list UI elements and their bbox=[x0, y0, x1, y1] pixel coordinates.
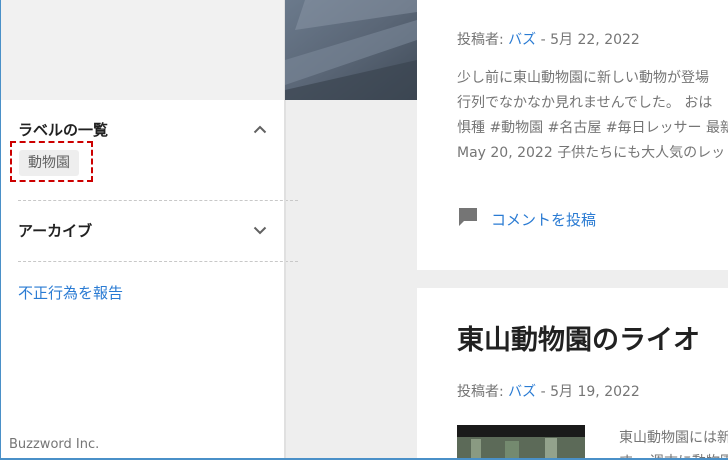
post-date[interactable]: 5月 22, 2022 bbox=[550, 32, 640, 48]
comment-label: コメントを投稿 bbox=[491, 210, 597, 229]
highlight-annotation-box bbox=[10, 141, 93, 182]
labels-widget-title: ラベルの一覧 bbox=[18, 120, 109, 139]
snippet-line: 東山動物園には新 bbox=[619, 430, 728, 446]
chevron-down-icon[interactable] bbox=[252, 222, 268, 238]
snippet-line: 行列でなかなか見れませんでした。 おは bbox=[457, 95, 713, 111]
footer-text: Buzzword Inc. bbox=[9, 437, 100, 452]
post-date[interactable]: 5月 19, 2022 bbox=[550, 384, 640, 400]
post-author-link[interactable]: バズ bbox=[508, 384, 536, 400]
post-meta-separator: - bbox=[536, 384, 551, 400]
post-meta-prefix: 投稿者: bbox=[457, 384, 509, 400]
archive-widget-header[interactable]: アーカイブ bbox=[18, 218, 268, 242]
post-meta: 投稿者: バズ - 5月 22, 2022 bbox=[457, 29, 640, 49]
widget-divider bbox=[18, 200, 298, 201]
post-title[interactable]: 東山動物園のライオ bbox=[457, 318, 700, 357]
header-image bbox=[285, 0, 417, 100]
post-snippet: 少し前に東山動物園に新しい動物が登場 行列でなかなか見れませんでした。 おは 惧… bbox=[457, 66, 728, 166]
post-meta: 投稿者: バズ - 5月 19, 2022 bbox=[457, 381, 640, 401]
widget-divider bbox=[18, 261, 298, 262]
snippet-line: 少し前に東山動物園に新しい動物が登場 bbox=[457, 70, 709, 86]
snippet-line: 惧種 #動物園 #名古屋 #毎日レッサー 最新 bbox=[457, 120, 728, 136]
snippet-line: す。 週末に動物園 bbox=[619, 450, 728, 458]
post-thumbnail[interactable] bbox=[457, 425, 585, 458]
chevron-up-icon[interactable] bbox=[252, 121, 268, 137]
comment-icon bbox=[457, 206, 479, 232]
post-card: 投稿者: バズ - 5月 22, 2022 少し前に東山動物園に新しい動物が登場… bbox=[417, 0, 728, 270]
post-comment-link[interactable]: コメントを投稿 bbox=[457, 206, 596, 232]
archive-widget-title: アーカイブ bbox=[18, 221, 93, 240]
post-meta-separator: - bbox=[536, 32, 551, 48]
post-meta-prefix: 投稿者: bbox=[457, 32, 509, 48]
labels-widget-header[interactable]: ラベルの一覧 bbox=[18, 117, 268, 141]
report-abuse-link[interactable]: 不正行為を報告 bbox=[18, 282, 123, 303]
sidebar-header-area bbox=[1, 0, 285, 100]
snippet-line: May 20, 2022 子供たちにも大人気のレッ bbox=[457, 145, 726, 161]
post-card: 東山動物園のライオ 投稿者: バズ - 5月 19, 2022 東山動物園には新… bbox=[417, 288, 728, 458]
post-author-link[interactable]: バズ bbox=[508, 32, 536, 48]
sidebar: ラベルの一覧 動物園 アーカイブ 不正行為を報告 Buzzword Inc. bbox=[1, 0, 298, 458]
post-snippet: 東山動物園には新 す。 週末に動物園 bbox=[619, 426, 728, 458]
